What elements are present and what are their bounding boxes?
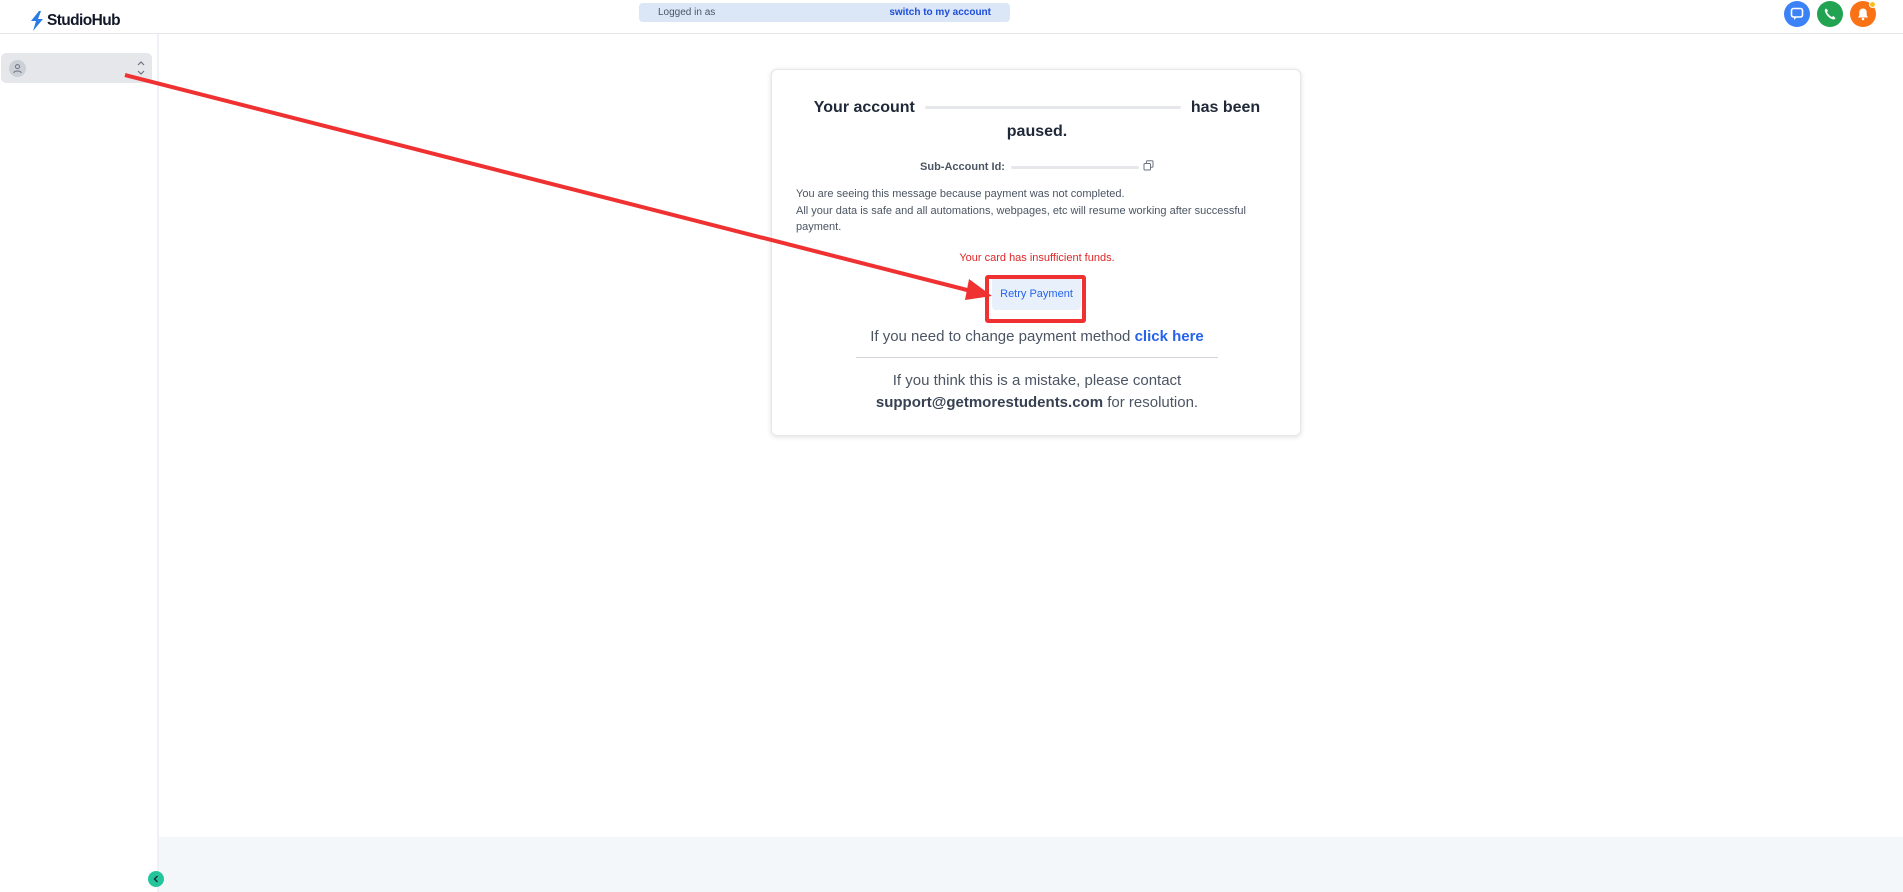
account-switcher[interactable]	[1, 53, 152, 83]
change-method-link[interactable]: click here	[1135, 328, 1204, 345]
bell-icon[interactable]	[1850, 1, 1876, 27]
redacted-sub-account-id	[1010, 165, 1139, 169]
logged-in-label: Logged in as	[658, 7, 716, 18]
retry-payment-button[interactable]: Retry Payment	[992, 277, 1081, 310]
change-payment-method-text: If you need to change payment method cli…	[772, 328, 1302, 345]
mistake-contact-text: If you think this is a mistake, please c…	[772, 370, 1302, 414]
switch-account-link[interactable]: switch to my account	[889, 7, 991, 18]
user-icon	[9, 60, 26, 77]
chat-icon[interactable]	[1784, 1, 1810, 27]
mistake-suffix: for resolution.	[1107, 394, 1199, 411]
notification-badge	[1869, 1, 1876, 8]
mistake-label: If you think this is a mistake, please c…	[892, 372, 1182, 389]
logo-icon	[31, 11, 43, 31]
impersonation-banner: Logged in as switch to my account	[639, 3, 1010, 22]
chevron-left-icon[interactable]	[148, 871, 164, 887]
title-part-2: has been	[1190, 99, 1261, 116]
title-part-3: paused.	[1006, 123, 1068, 140]
sub-account-id-label: Sub-Account Id:	[920, 160, 1005, 173]
divider	[856, 357, 1218, 358]
account-paused-card: Your account has been paused. Sub-Account…	[771, 69, 1301, 436]
chevron-up-down-icon	[137, 61, 145, 75]
error-message: Your card has insufficient funds.	[959, 252, 1115, 264]
payment-message: You are seeing this message because paym…	[796, 186, 1282, 236]
logo[interactable]: StudioHub	[30, 9, 121, 33]
title-part-1: Your account	[813, 99, 915, 116]
message-line-1: You are seeing this message because paym…	[796, 188, 1125, 200]
card-title: Your account has been paused.	[772, 96, 1302, 144]
change-method-label: If you need to change payment method	[870, 328, 1131, 345]
app-root: StudioHub Logged in as switch to my acco…	[0, 0, 1903, 892]
footer-area	[159, 837, 1903, 892]
redacted-account-name	[924, 106, 1181, 110]
phone-icon[interactable]	[1817, 1, 1843, 27]
support-email: support@getmorestudents.com	[875, 394, 1104, 411]
copy-icon[interactable]	[1143, 160, 1154, 174]
sub-account-id-row: Sub-Account Id:	[772, 160, 1302, 174]
top-bar: StudioHub Logged in as switch to my acco…	[0, 0, 1903, 34]
logo-text: StudioHub	[47, 12, 121, 29]
sidebar	[0, 34, 159, 892]
message-line-2: All your data is safe and all automation…	[796, 204, 1246, 234]
